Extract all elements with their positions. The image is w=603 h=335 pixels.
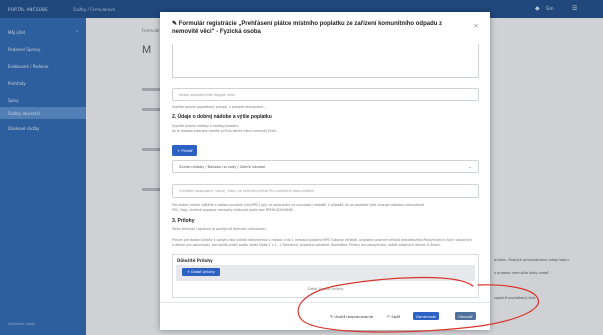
annotation-circle [297, 276, 539, 333]
annotation-stroke [297, 276, 539, 333]
